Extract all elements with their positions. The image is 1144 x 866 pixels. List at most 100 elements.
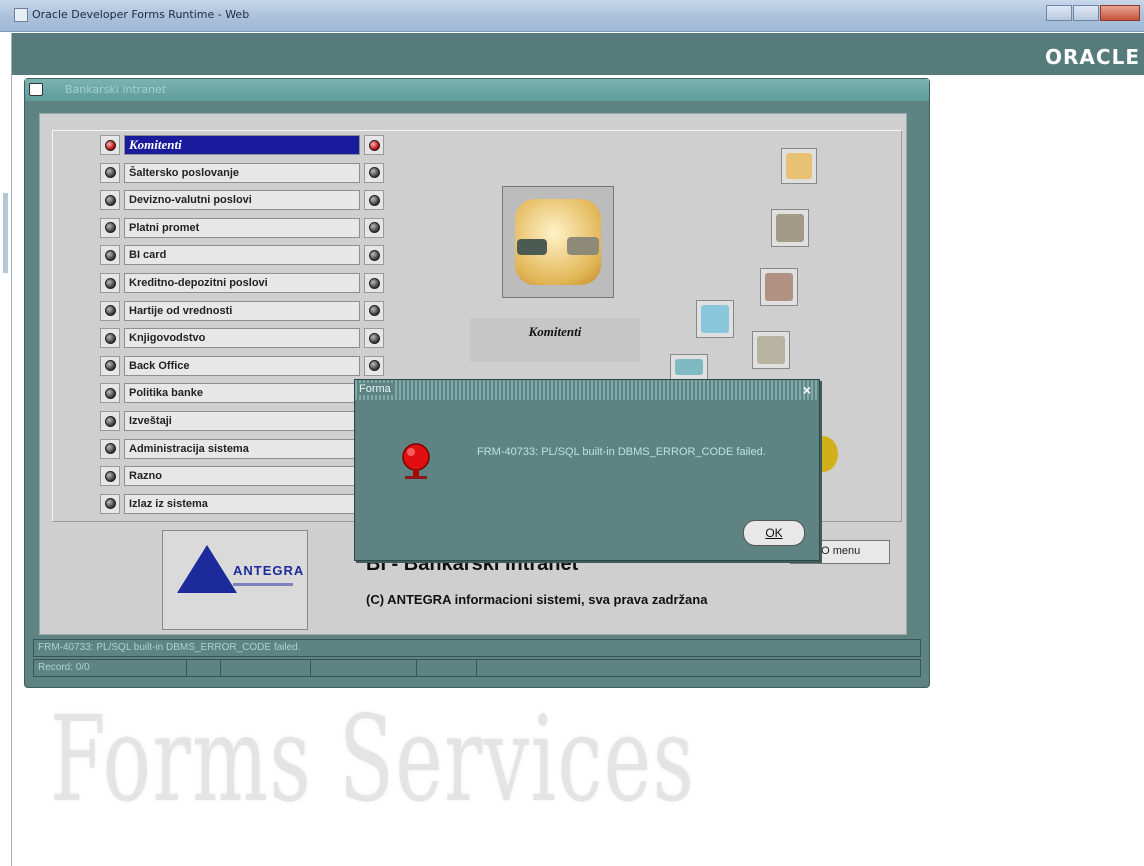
radio-dot-icon	[368, 139, 380, 151]
radio-dot-icon	[104, 470, 116, 482]
browser-titlebar: Oracle Developer Forms Runtime - Web	[0, 0, 1144, 32]
radio-dot-icon	[368, 277, 380, 289]
submenu-radio-button[interactable]	[364, 190, 384, 211]
radio-dot-icon	[368, 360, 380, 372]
menu-item-label[interactable]: Izlaz iz sistema	[124, 493, 360, 514]
thumb-card-icon[interactable]	[670, 354, 708, 380]
menu-item-row[interactable]: Šaltersko poslovanje	[100, 161, 410, 185]
menu-item-label[interactable]: Platni promet	[124, 217, 360, 238]
forms-window-titlebar: Bankarski intranet	[25, 79, 929, 101]
menu-radio-button[interactable]	[100, 135, 120, 155]
logo-wordmark: ANTEGRA	[233, 563, 305, 578]
menu-item-row[interactable]: Kreditno-depozitni poslovi	[100, 271, 410, 295]
antegra-logo: ANTEGRA	[162, 530, 308, 630]
radio-dot-icon	[368, 222, 380, 234]
thumb-chart-icon[interactable]	[752, 331, 790, 369]
menu-item-row[interactable]: Back Office	[100, 354, 410, 378]
window-controls	[1046, 5, 1140, 21]
menu-item-row[interactable]: Knjigovodstvo	[100, 326, 410, 350]
copyright-text: (C) ANTEGRA informacioni sistemi, sva pr…	[366, 592, 708, 607]
menu-item-label[interactable]: Razno	[124, 466, 360, 487]
submenu-radio-button[interactable]	[364, 328, 384, 349]
submenu-radio-button[interactable]	[364, 273, 384, 293]
menu-item-label[interactable]: BI card	[124, 245, 360, 266]
menu-radio-button[interactable]	[100, 217, 120, 238]
radio-dot-icon	[104, 387, 116, 399]
submenu-radio-button[interactable]	[364, 300, 384, 321]
app-icon	[14, 8, 28, 22]
oracle-banner: ORACLE	[12, 33, 1144, 75]
submenu-radio-button[interactable]	[364, 162, 384, 183]
left-scrollbar[interactable]	[0, 33, 12, 866]
menu-radio-button[interactable]	[100, 273, 120, 293]
radio-dot-icon	[104, 277, 116, 289]
menu-item-label[interactable]: Kreditno-depozitni poslovi	[124, 273, 360, 293]
forms-window-title: Bankarski intranet	[65, 83, 167, 96]
status-separator	[186, 660, 187, 676]
forms-window-icon[interactable]	[29, 83, 43, 96]
submenu-radio-button[interactable]	[364, 217, 384, 238]
menu-radio-button[interactable]	[100, 438, 120, 459]
minimize-button[interactable]	[1046, 5, 1072, 21]
stop-sign-icon	[402, 443, 430, 479]
thumb-currency-icon[interactable]	[760, 268, 798, 306]
menu-item-label[interactable]: Komitenti	[124, 135, 360, 155]
radio-dot-icon	[104, 249, 116, 261]
submenu-radio-button[interactable]	[364, 355, 384, 376]
menu-item-label[interactable]: Devizno-valutni poslovi	[124, 190, 360, 211]
scroll-thumb[interactable]	[3, 193, 8, 273]
menu-radio-button[interactable]	[100, 411, 120, 431]
menu-radio-button[interactable]	[100, 300, 120, 321]
record-indicator: Record: 0/0	[38, 662, 90, 673]
menu-radio-button[interactable]	[100, 328, 120, 349]
menu-item-label[interactable]: Izveštaji	[124, 411, 360, 431]
forms-services-watermark: Forms Services	[50, 690, 696, 828]
menu-radio-button[interactable]	[100, 493, 120, 514]
menu-radio-button[interactable]	[100, 355, 120, 376]
menu-item-row[interactable]: Platni promet	[100, 216, 410, 240]
menu-item-label[interactable]: Hartije od vrednosti	[124, 300, 360, 321]
thumb-clients-icon[interactable]	[781, 148, 817, 184]
thumb-globe-icon[interactable]	[696, 300, 734, 338]
menu-item-label[interactable]: Knjigovodstvo	[124, 328, 360, 349]
menu-item-label[interactable]: Back Office	[124, 355, 360, 376]
radio-dot-icon	[104, 443, 116, 455]
logo-underline	[233, 583, 293, 586]
radio-dot-icon	[104, 305, 116, 317]
menu-item-row[interactable]: Komitenti	[100, 133, 410, 157]
submenu-radio-button[interactable]	[364, 245, 384, 266]
komitenti-picture	[502, 186, 614, 298]
radio-dot-icon	[368, 194, 380, 206]
menu-radio-button[interactable]	[100, 245, 120, 266]
status-separator	[476, 660, 477, 676]
menu-radio-button[interactable]	[100, 190, 120, 211]
maximize-button[interactable]	[1073, 5, 1099, 21]
menu-item-row[interactable]: Devizno-valutni poslovi	[100, 188, 410, 212]
menu-item-row[interactable]: BI card	[100, 243, 410, 267]
logo-triangle	[177, 545, 237, 593]
picture-caption: Komitenti	[470, 318, 640, 362]
status-separator	[220, 660, 221, 676]
handshake-left	[517, 239, 547, 255]
submenu-radio-button[interactable]	[364, 135, 384, 155]
menu-radio-button[interactable]	[100, 383, 120, 404]
dialog-title: Forma	[357, 383, 393, 395]
radio-dot-icon	[368, 305, 380, 317]
dialog-message: FRM-40733: PL/SQL built-in DBMS_ERROR_CO…	[477, 446, 766, 458]
close-window-button[interactable]	[1100, 5, 1140, 21]
menu-item-label[interactable]: Administracija sistema	[124, 438, 360, 459]
ok-button[interactable]: OK	[743, 520, 805, 546]
menu-item-row[interactable]: Hartije od vrednosti	[100, 299, 410, 323]
menu-radio-button[interactable]	[100, 466, 120, 487]
clients-illustration	[515, 199, 601, 285]
radio-dot-icon	[104, 332, 116, 344]
menu-radio-button[interactable]	[100, 162, 120, 183]
menu-item-label[interactable]: Šaltersko poslovanje	[124, 162, 360, 183]
radio-dot-icon	[104, 167, 116, 179]
dialog-close-icon[interactable]: ×	[799, 382, 815, 398]
radio-dot-icon	[104, 222, 116, 234]
status-message-bar: FRM-40733: PL/SQL built-in DBMS_ERROR_CO…	[33, 639, 921, 657]
status-separator	[310, 660, 311, 676]
menu-item-label[interactable]: Politika banke	[124, 383, 360, 404]
thumb-counter-icon[interactable]	[771, 209, 809, 247]
